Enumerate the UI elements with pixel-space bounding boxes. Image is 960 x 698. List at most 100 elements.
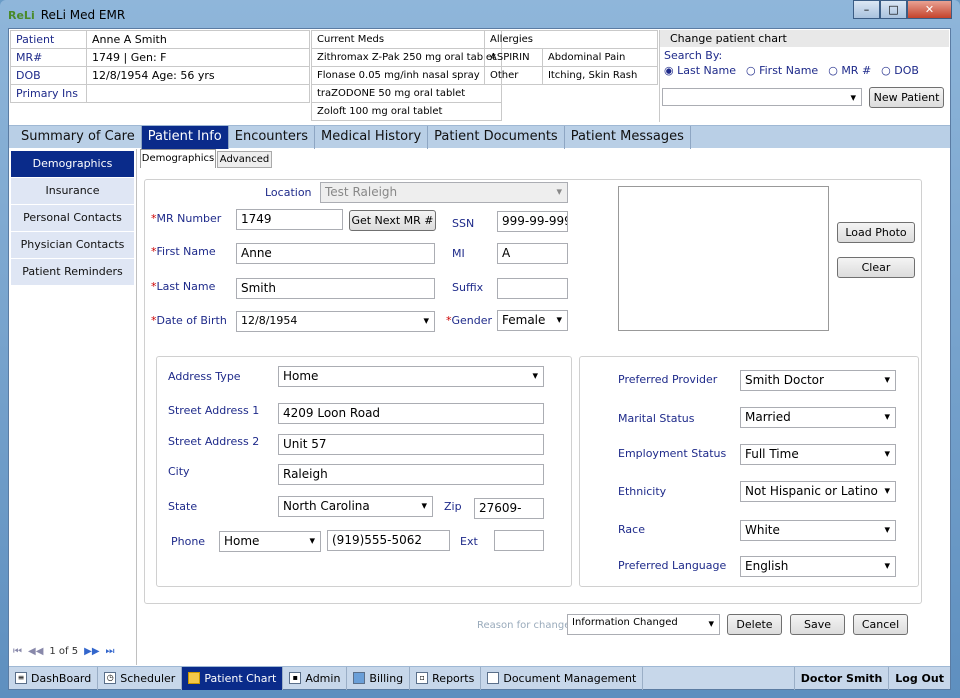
location-select[interactable]: Test Raleigh xyxy=(320,182,568,203)
ethnicity-select[interactable]: Not Hispanic or Latino xyxy=(740,481,896,502)
document-icon xyxy=(487,672,500,684)
sidebar-item-physician-contacts[interactable]: Physician Contacts xyxy=(11,232,134,258)
mr-label: MR# xyxy=(10,48,87,67)
delete-button[interactable]: Delete xyxy=(727,614,782,635)
tab-patient-info[interactable]: Patient Info xyxy=(141,125,229,149)
tab-patient-messages[interactable]: Patient Messages xyxy=(565,125,691,149)
city-label: City xyxy=(168,465,190,478)
load-photo-button[interactable]: Load Photo xyxy=(837,222,915,243)
minimize-button[interactable]: – xyxy=(853,0,880,19)
tab-summary-of-care[interactable]: Summary of Care xyxy=(15,125,142,149)
employment-select[interactable]: Full Time xyxy=(740,444,896,465)
reports-icon: ▫ xyxy=(416,672,429,684)
taskbar-dashboard[interactable]: ≡ DashBoard xyxy=(9,666,99,690)
radio-label: DOB xyxy=(894,64,919,77)
taskbar-reports[interactable]: ▫ Reports xyxy=(410,666,482,690)
marital-label: Marital Status xyxy=(618,412,695,425)
tab-encounters[interactable]: Encounters xyxy=(229,125,315,149)
taskbar-patient-chart[interactable]: Patient Chart xyxy=(182,666,284,690)
ssn-label: SSN xyxy=(452,217,475,230)
admin-icon: ▪ xyxy=(289,672,302,684)
patient-name: Anne A Smith xyxy=(86,30,310,49)
taskbar-scheduler[interactable]: ◷ Scheduler xyxy=(98,666,183,690)
subtab-demographics[interactable]: Demographics xyxy=(140,149,216,168)
current-meds: Current Meds Zithromax Z-Pak 250 mg oral… xyxy=(311,30,502,121)
sidebar-item-demographics[interactable]: Demographics xyxy=(11,151,134,177)
street1-input[interactable]: 4209 Loon Road xyxy=(278,403,544,424)
last-page-icon[interactable]: ⏭ xyxy=(106,646,115,657)
med-item: traZODONE 50 mg oral tablet xyxy=(311,84,502,103)
next-page-icon[interactable]: ▶▶ xyxy=(84,646,99,657)
pager: ⏮ ◀◀ 1 of 5 ▶▶ ⏭ xyxy=(13,646,115,657)
city-input[interactable]: Raleigh xyxy=(278,464,544,485)
mi-input[interactable]: A xyxy=(497,243,568,264)
ext-input[interactable] xyxy=(494,530,544,551)
race-select[interactable]: White xyxy=(740,520,896,541)
mr-number-input[interactable]: 1749 xyxy=(236,209,343,230)
taskbar-admin[interactable]: ▪ Admin xyxy=(283,666,348,690)
primary-ins-label: Primary Ins xyxy=(10,84,87,103)
provider-label: Preferred Provider xyxy=(618,373,718,386)
suffix-input[interactable] xyxy=(497,278,568,299)
tab-patient-documents[interactable]: Patient Documents xyxy=(428,125,565,149)
sidebar-item-patient-reminders[interactable]: Patient Reminders xyxy=(11,259,134,285)
radio-last-name[interactable]: ◉ Last Name xyxy=(664,64,736,77)
gender-select[interactable]: Female xyxy=(497,310,568,331)
taskbar-label: Patient Chart xyxy=(204,671,277,685)
phone-input[interactable]: (919)555-5062 xyxy=(327,530,450,551)
taskbar-label: Billing xyxy=(369,671,404,685)
state-select[interactable]: North Carolina xyxy=(278,496,433,517)
phone-type-select[interactable]: Home xyxy=(219,531,321,552)
last-name-label: Last Name xyxy=(156,280,216,293)
folder-icon xyxy=(188,672,201,684)
med-item: Zithromax Z-Pak 250 mg oral tablet xyxy=(311,48,502,67)
street1-label: Street Address 1 xyxy=(168,404,260,417)
allergy-reaction: Abdominal Pain xyxy=(541,48,659,67)
taskbar-label: Reports xyxy=(432,671,475,685)
sidebar-item-insurance[interactable]: Insurance xyxy=(11,178,134,204)
subtab-advanced[interactable]: Advanced xyxy=(217,151,272,168)
taskbar-document-management[interactable]: Document Management xyxy=(481,666,644,690)
sidebar-item-personal-contacts[interactable]: Personal Contacts xyxy=(11,205,134,231)
street2-input[interactable]: Unit 57 xyxy=(278,434,544,455)
get-next-mr-button[interactable]: Get Next MR # xyxy=(349,210,436,231)
provider-select[interactable]: Smith Doctor xyxy=(740,370,896,391)
first-name-label: First Name xyxy=(156,245,216,258)
close-button[interactable]: ✕ xyxy=(907,0,952,19)
taskbar-billing[interactable]: Billing xyxy=(347,666,411,690)
marital-select[interactable]: Married xyxy=(740,407,896,428)
mr-value: 1749 | Gen: F xyxy=(86,48,310,67)
page-indicator: 1 of 5 xyxy=(49,646,79,657)
radio-mr[interactable]: ○ MR # xyxy=(828,64,871,77)
reason-select[interactable]: Information Changed xyxy=(567,614,720,635)
prev-page-icon[interactable]: ◀◀ xyxy=(28,646,43,657)
new-patient-button[interactable]: New Patient xyxy=(869,87,944,108)
maximize-button[interactable]: □ xyxy=(880,0,907,19)
med-item: Flonase 0.05 mg/inh nasal spray xyxy=(311,66,502,85)
patient-summary: Patient Anne A Smith MR# 1749 | Gen: F DOB… xyxy=(10,30,310,103)
search-by-label: Search By: xyxy=(664,49,723,62)
radio-dob[interactable]: ○ DOB xyxy=(881,64,919,77)
radio-first-name[interactable]: ○ First Name xyxy=(746,64,818,77)
save-button[interactable]: Save xyxy=(790,614,845,635)
logout-button[interactable]: Log Out xyxy=(889,667,950,690)
tab-medical-history[interactable]: Medical History xyxy=(315,125,429,149)
first-page-icon[interactable]: ⏮ xyxy=(13,646,22,657)
ssn-input[interactable]: 999-99-9999 xyxy=(497,211,568,232)
cancel-button[interactable]: Cancel xyxy=(853,614,908,635)
gender-label: Gender xyxy=(451,314,493,327)
allergy-name: Other xyxy=(484,66,543,85)
address-type-select[interactable]: Home xyxy=(278,366,544,387)
meds-header: Current Meds xyxy=(311,30,502,49)
location-label: Location xyxy=(265,186,312,199)
language-select[interactable]: English xyxy=(740,556,896,577)
change-patient-title: Change patient chart xyxy=(660,30,949,47)
last-name-input[interactable]: Smith xyxy=(236,278,435,299)
zip-input[interactable]: 27609- xyxy=(474,498,544,519)
phone-label: Phone xyxy=(171,535,206,548)
clear-photo-button[interactable]: Clear xyxy=(837,257,915,278)
change-patient-panel: Change patient chart Search By: ◉ Last N… xyxy=(659,30,949,122)
dob-picker[interactable]: 12/8/1954 xyxy=(236,311,435,332)
first-name-input[interactable]: Anne xyxy=(236,243,435,264)
patient-search-select[interactable] xyxy=(662,88,862,106)
